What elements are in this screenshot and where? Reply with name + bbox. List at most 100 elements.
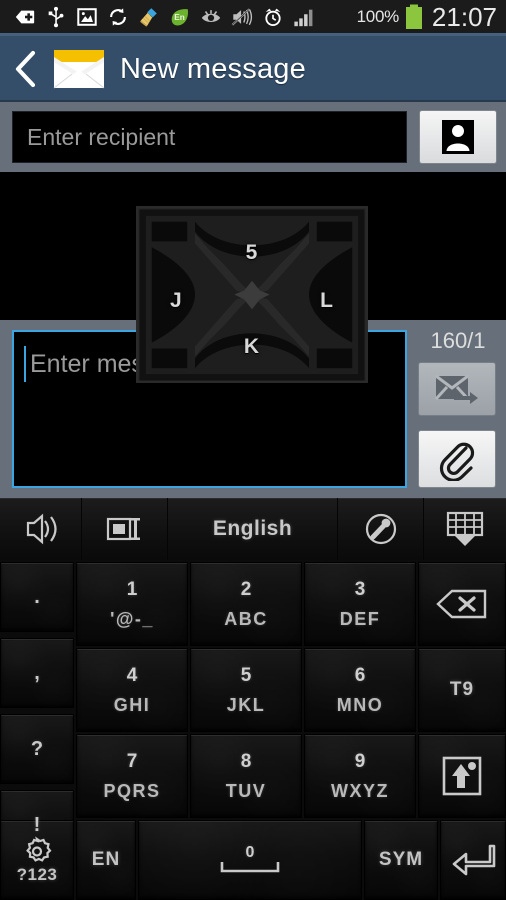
sound-mute-icon: [231, 7, 253, 26]
t9-popup-left: J: [170, 289, 183, 312]
attach-button[interactable]: [418, 430, 496, 488]
space-bar-icon: [220, 862, 280, 873]
key-2[interactable]: 2 ABC: [190, 562, 302, 646]
symbols-key[interactable]: SYM: [364, 820, 438, 900]
cleaner-broom-icon: [140, 7, 157, 27]
language-toggle-label: EN: [91, 849, 121, 870]
shift-icon-wrap: [440, 754, 484, 798]
key-4[interactable]: 4 GHI: [76, 648, 188, 732]
svg-text:En: En: [174, 12, 185, 21]
text-caret: [24, 346, 26, 382]
key-7-number: 7: [126, 750, 138, 772]
key-3-number: 3: [354, 578, 366, 600]
contacts-picker-button[interactable]: [419, 110, 497, 164]
page-title: New message: [120, 52, 306, 85]
key-1-number: 1: [126, 578, 138, 600]
phone-screen: En 100% 21:07 New message Enter recipien…: [0, 0, 506, 900]
t9-popup-right: L: [320, 289, 334, 312]
question-key-label: ?: [30, 737, 44, 760]
smart-stay-eye-icon: [201, 9, 221, 22]
key-7-letters: PQRS: [103, 780, 161, 801]
key-9-letters: WXYZ: [331, 780, 389, 801]
envelope-icon: [52, 48, 106, 90]
enter-key[interactable]: [440, 820, 506, 900]
voice-input-key[interactable]: [338, 498, 424, 560]
key-5-letters: JKL: [226, 694, 266, 715]
english-keyboard-icon: En: [171, 8, 189, 25]
key-8[interactable]: 8 TUV: [190, 734, 302, 818]
clipboard-icon: [106, 517, 140, 541]
alarm-icon: [265, 8, 281, 26]
shift-key[interactable]: [418, 734, 506, 818]
language-key[interactable]: English: [168, 498, 338, 560]
sound-settings-key[interactable]: [0, 498, 82, 560]
keyboard: English . , ? ! 1 '@-_ 2 ABC 3 DEF 4 GHI…: [0, 498, 506, 900]
clock: 21:07: [431, 1, 497, 32]
download-add-icon: [15, 10, 35, 23]
status-bar: En 100% 21:07: [0, 0, 506, 33]
comma-key-label: ,: [34, 661, 40, 684]
symbols-key-label: SYM: [378, 849, 424, 870]
enter-icon: [452, 844, 496, 876]
key-6-letters: MNO: [336, 694, 384, 715]
key-3-letters: DEF: [339, 608, 381, 629]
exclamation-key-label: !: [33, 813, 41, 836]
language-toggle-key[interactable]: EN: [76, 820, 136, 900]
back-button[interactable]: [0, 36, 50, 102]
key-3[interactable]: 3 DEF: [304, 562, 416, 646]
chevron-left-icon: [15, 50, 36, 88]
key-1-letters: '@-_: [110, 608, 154, 629]
settings-key-label: ?123: [16, 864, 58, 884]
key-8-number: 8: [240, 750, 252, 772]
key-2-number: 2: [240, 578, 252, 600]
text-select-key[interactable]: [82, 498, 168, 560]
gear-icon: [26, 835, 52, 862]
t9-popup-bottom: K: [243, 335, 261, 358]
key-9[interactable]: 9 WXYZ: [304, 734, 416, 818]
contact-person-icon: [442, 120, 474, 154]
key-4-letters: GHI: [113, 694, 151, 715]
key-4-number: 4: [126, 664, 138, 686]
character-counter: 160/1: [430, 328, 486, 353]
key-1[interactable]: 1 '@-_: [76, 562, 188, 646]
status-bar-icons: En: [0, 6, 357, 28]
question-key[interactable]: ?: [0, 714, 74, 784]
recipient-input[interactable]: Enter recipient: [12, 111, 407, 163]
key-7[interactable]: 7 PQRS: [76, 734, 188, 818]
signal-icon: [294, 9, 313, 26]
shift-icon: [442, 756, 482, 796]
period-key[interactable]: .: [0, 562, 74, 632]
send-message-button[interactable]: [418, 362, 496, 416]
comma-key[interactable]: ,: [0, 638, 74, 708]
backspace-icon-wrap: [436, 589, 488, 619]
key-9-number: 9: [354, 750, 366, 772]
sync-icon: [110, 7, 126, 26]
backspace-key[interactable]: [418, 562, 506, 646]
recipient-bar: Enter recipient: [0, 102, 506, 172]
t9-key-popup: 5 J L K: [136, 206, 368, 383]
paperclip-icon: [439, 442, 475, 481]
key-2-letters: ABC: [224, 608, 268, 629]
enter-icon-wrap: [450, 840, 496, 880]
key-6[interactable]: 6 MNO: [304, 648, 416, 732]
status-bar-right: 100% 21:07: [357, 4, 506, 30]
t9-key-label: T9: [449, 679, 475, 700]
microphone-icon: [365, 513, 396, 545]
key-5[interactable]: 5 JKL: [190, 648, 302, 732]
t9-key[interactable]: T9: [418, 648, 506, 732]
keyboard-down-icon: [446, 511, 484, 546]
key-6-number: 6: [354, 664, 366, 686]
screenshot-image-icon: [77, 7, 97, 26]
backspace-icon: [436, 589, 487, 619]
gear-wrap: ?123: [16, 835, 58, 885]
language-label: English: [212, 517, 293, 540]
battery-icon: [405, 4, 422, 29]
keyboard-grid: . , ? ! 1 '@-_ 2 ABC 3 DEF 4 GHI 5 JKL 6…: [0, 560, 506, 900]
hide-keyboard-key[interactable]: [424, 498, 506, 560]
keyboard-toolbar: English: [0, 498, 506, 560]
speaker-icon: [26, 513, 57, 545]
send-icon: [434, 374, 478, 404]
space-key[interactable]: 0: [138, 820, 362, 900]
period-key-label: .: [34, 585, 40, 608]
key-8-letters: TUV: [225, 780, 267, 801]
